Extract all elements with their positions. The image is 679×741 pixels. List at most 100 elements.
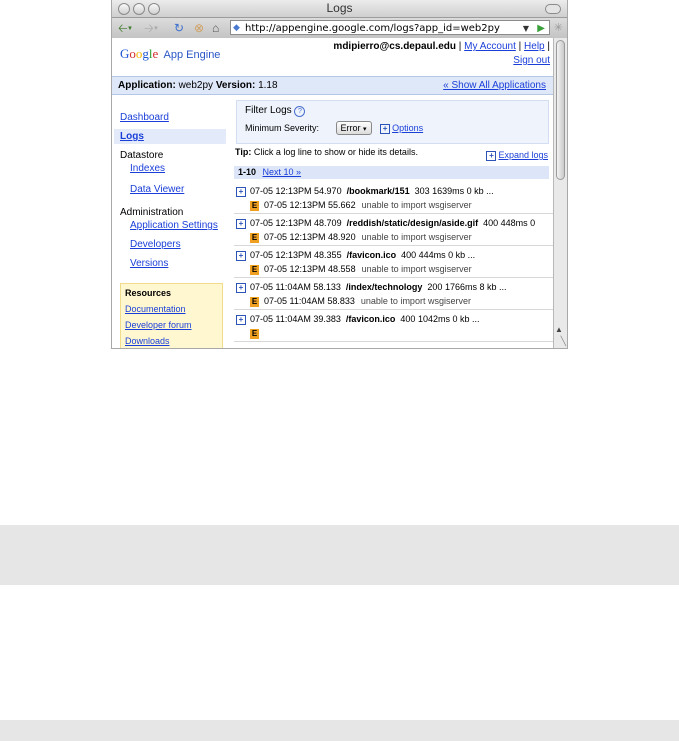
gray-band-top (0, 525, 679, 585)
log-detail-line[interactable]: E 07-05 11:04AM 58.833 unable to import ws… (234, 294, 554, 308)
options-expand-icon[interactable]: + (380, 124, 391, 134)
error-badge: E (250, 297, 259, 307)
address-bar[interactable]: ◆ http://appengine.google.com/logs?app_i… (230, 20, 550, 35)
expand-entry-icon[interactable]: + (236, 187, 246, 197)
log-timestamp: 07-05 12:13PM 48.355 (250, 250, 342, 260)
log-detail-timestamp: 07-05 12:13PM 48.920 (264, 232, 356, 242)
scroll-up-arrow-icon[interactable]: ▲ (555, 325, 563, 334)
expand-entry-icon[interactable]: + (236, 251, 246, 261)
log-path: /favicon.ico (346, 250, 397, 260)
log-info: 303 1639ms 0 kb ... (414, 186, 494, 196)
log-detail-timestamp: 07-05 12:13PM 48.558 (264, 264, 356, 274)
expand-logs-icon[interactable]: + (486, 151, 497, 161)
log-detail-line[interactable]: E 07-05 12:13PM 55.662 unable to import ws… (234, 198, 554, 212)
log-info: 400 444ms 0 kb ... (401, 250, 476, 260)
help-icon[interactable]: ? (294, 106, 306, 117)
sidebar-item-developers[interactable]: Developers (130, 239, 226, 250)
close-window-button[interactable] (118, 3, 130, 15)
documentation-link[interactable]: Documentation (125, 304, 218, 314)
sidebar-item-versions[interactable]: Versions (130, 258, 226, 269)
sidebar-item-application-settings[interactable]: Application Settings (130, 220, 226, 231)
log-line[interactable]: +07-05 11:04AM 39.383/favicon.ico 400 104… (234, 312, 554, 326)
error-badge: E (250, 233, 259, 243)
application-name: web2py (178, 80, 214, 91)
go-icon[interactable]: ▶ (537, 21, 545, 36)
application-bar: Application: web2py Version: 1.18 « Show… (112, 76, 554, 95)
reload-icon[interactable]: ↻ (174, 20, 184, 36)
sidebar-item-dashboard[interactable]: Dashboard (120, 112, 226, 123)
gray-band-bottom (0, 720, 679, 741)
min-severity-label: Minimum Severity: (245, 123, 320, 133)
log-path: /index/technology (345, 282, 423, 292)
log-info: 400 448ms 0 (483, 218, 536, 228)
vertical-scrollbar[interactable]: ▲ ╲ (553, 38, 567, 348)
resize-grip-icon[interactable]: ╲ (561, 336, 566, 347)
chevron-down-icon: ▾ (363, 126, 367, 133)
forward-arrow-icon[interactable]: 🡢▾ (144, 20, 158, 36)
expand-entry-icon[interactable]: + (236, 315, 246, 325)
sidebar-item-logs[interactable]: Logs (114, 129, 226, 144)
next-10-link[interactable]: Next 10 » (263, 167, 302, 177)
pager-range: 1-10 (238, 167, 257, 177)
resources-box: Resources Documentation Developer forum … (120, 283, 223, 348)
log-info: 200 1766ms 8 kb ... (427, 282, 507, 292)
log-detail-message: unable to import wsgiserver (360, 296, 471, 306)
log-entry[interactable]: +07-05 11:04AM 39.383/favicon.ico 400 104… (234, 310, 554, 342)
back-arrow-icon[interactable]: 🡠▾ (118, 20, 132, 36)
sidebar-item-data-viewer[interactable]: Data Viewer (130, 184, 226, 195)
zoom-window-button[interactable] (148, 3, 160, 15)
log-entry[interactable]: +07-05 12:13PM 54.970/bookmark/151 303 16… (234, 182, 554, 214)
log-path: /bookmark/151 (346, 186, 410, 196)
log-detail-line[interactable]: E (234, 326, 554, 340)
log-detail-timestamp: 07-05 11:04AM 58.833 (264, 296, 355, 306)
log-detail-line[interactable]: E 07-05 12:13PM 48.558 unable to import ws… (234, 262, 554, 276)
sidebar-section-administration: Administration (120, 207, 184, 218)
log-timestamp: 07-05 11:04AM 39.383 (250, 314, 341, 324)
pager: 1-10 Next 10 » (234, 166, 549, 179)
resources-title: Resources (125, 288, 172, 298)
error-badge: E (250, 201, 259, 211)
developer-forum-link[interactable]: Developer forum (125, 320, 218, 330)
expand-entry-icon[interactable]: + (236, 219, 246, 229)
log-entry[interactable]: +07-05 12:13PM 48.709/reddish/static/des… (234, 214, 554, 246)
expand-entry-icon[interactable]: + (236, 283, 246, 293)
log-entry[interactable]: +07-05 12:13PM 48.355/favicon.ico 400 444… (234, 246, 554, 278)
chevron-down-icon[interactable]: ▼ (523, 21, 529, 36)
error-badge: E (250, 329, 259, 339)
help-link[interactable]: Help (524, 41, 545, 52)
minimize-window-button[interactable] (133, 3, 145, 15)
log-detail-message: unable to import wsgiserver (361, 264, 472, 274)
home-icon[interactable]: ⌂ (212, 20, 219, 36)
version-value: 1.18 (258, 80, 278, 91)
google-app-engine-logo[interactable]: Google App Engine (120, 46, 220, 62)
log-detail-line[interactable]: E 07-05 12:13PM 48.920 unable to import ws… (234, 230, 554, 244)
log-detail-timestamp: 07-05 12:13PM 55.662 (264, 200, 356, 210)
user-area: mdipierro@cs.depaul.edu | My Account | H… (333, 41, 550, 66)
browser-toolbar: 🡠▾ 🡢▾ ↻ ⊗ ⌂ ◆ http://appengine.google.co… (112, 18, 567, 39)
expand-logs-link[interactable]: Expand logs (498, 150, 548, 160)
address-text: http://appengine.google.com/logs?app_id=… (245, 23, 500, 34)
log-list: +07-05 12:13PM 54.970/bookmark/151 303 16… (234, 182, 554, 342)
toolbar-toggle-button[interactable] (545, 4, 561, 14)
downloads-link[interactable]: Downloads (125, 336, 218, 346)
tip-text: Tip: Click a log line to show or hide it… (235, 147, 418, 157)
log-line[interactable]: +07-05 12:13PM 48.709/reddish/static/des… (234, 216, 554, 230)
my-account-link[interactable]: My Account (464, 41, 516, 52)
log-line[interactable]: +07-05 12:13PM 54.970/bookmark/151 303 16… (234, 184, 554, 198)
show-all-applications-link[interactable]: « Show All Applications (443, 77, 546, 94)
filter-title: Filter Logs (245, 105, 292, 116)
severity-select[interactable]: Error ▾ (335, 121, 372, 135)
options-link[interactable]: Options (392, 123, 423, 133)
log-path: /favicon.ico (345, 314, 396, 324)
site-icon: ◆ (233, 23, 240, 33)
stop-icon[interactable]: ⊗ (194, 20, 204, 36)
filter-logs-box: Filter Logs ? Minimum Severity: Error ▾ … (236, 100, 549, 144)
title-bar: Logs (112, 0, 567, 18)
sidebar-item-indexes[interactable]: Indexes (130, 163, 226, 174)
sign-out-link[interactable]: Sign out (513, 55, 550, 66)
log-line[interactable]: +07-05 11:04AM 58.133/index/technology 20… (234, 280, 554, 294)
log-timestamp: 07-05 12:13PM 54.970 (250, 186, 342, 196)
scrollbar-thumb[interactable] (556, 40, 565, 180)
log-entry[interactable]: +07-05 11:04AM 58.133/index/technology 20… (234, 278, 554, 310)
log-line[interactable]: +07-05 12:13PM 48.355/favicon.ico 400 444… (234, 248, 554, 262)
